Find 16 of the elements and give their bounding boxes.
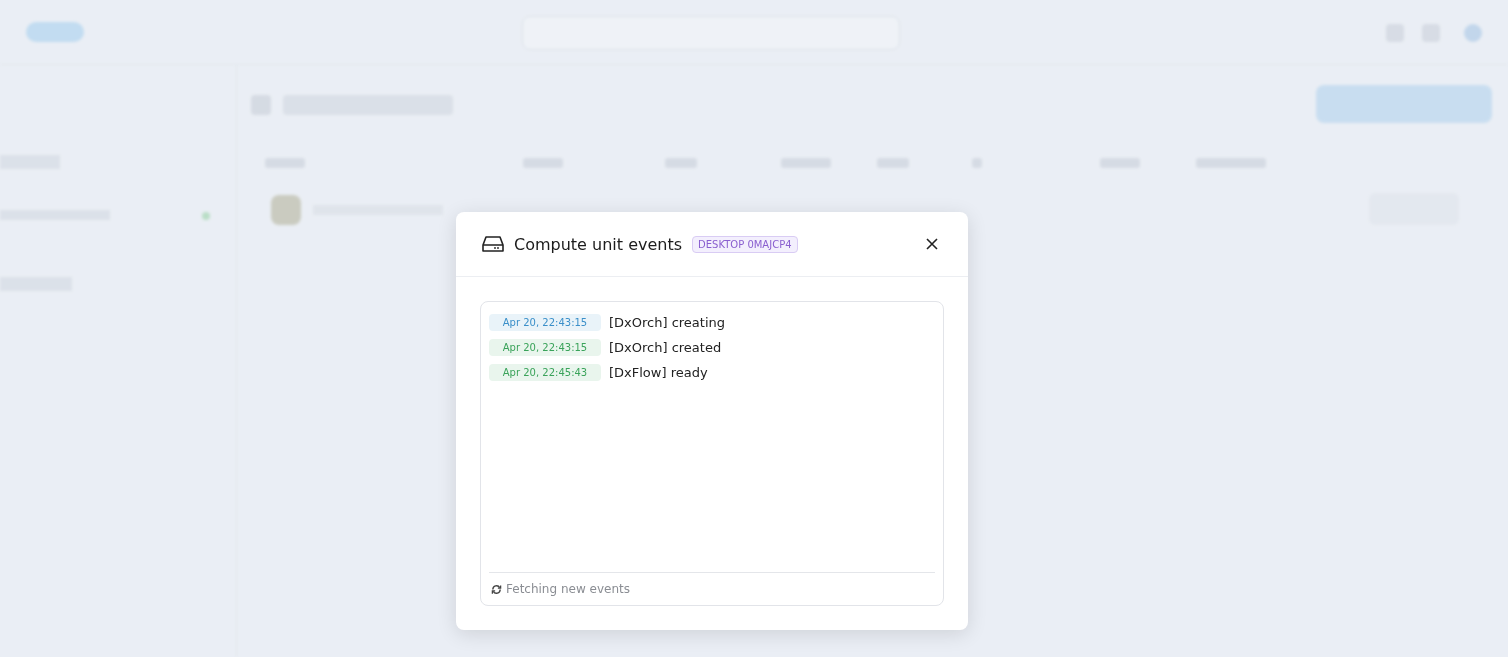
event-message: [DxOrch] created <box>609 340 722 355</box>
status-dot <box>202 212 210 220</box>
dialog-title: Compute unit events <box>514 234 683 254</box>
event-time: Apr 20, 22:43:15 <box>489 339 601 356</box>
unit-icon <box>271 195 301 225</box>
event-time: Apr 20, 22:45:43 <box>489 364 601 381</box>
event-message: [DxOrch] creating <box>609 315 726 330</box>
status-text: Fetching new events <box>506 582 630 596</box>
avatar-icon[interactable] <box>1464 24 1482 42</box>
hard-drive-icon <box>482 235 504 253</box>
event-message: [DxFlow] ready <box>609 365 708 380</box>
unit-tag: DESKTOP 0MAJCP4 <box>692 235 798 253</box>
add-button[interactable] <box>1316 85 1492 123</box>
refresh-icon <box>491 583 502 595</box>
event-time: Apr 20, 22:43:15 <box>489 314 601 331</box>
blurred-badge <box>26 22 84 42</box>
